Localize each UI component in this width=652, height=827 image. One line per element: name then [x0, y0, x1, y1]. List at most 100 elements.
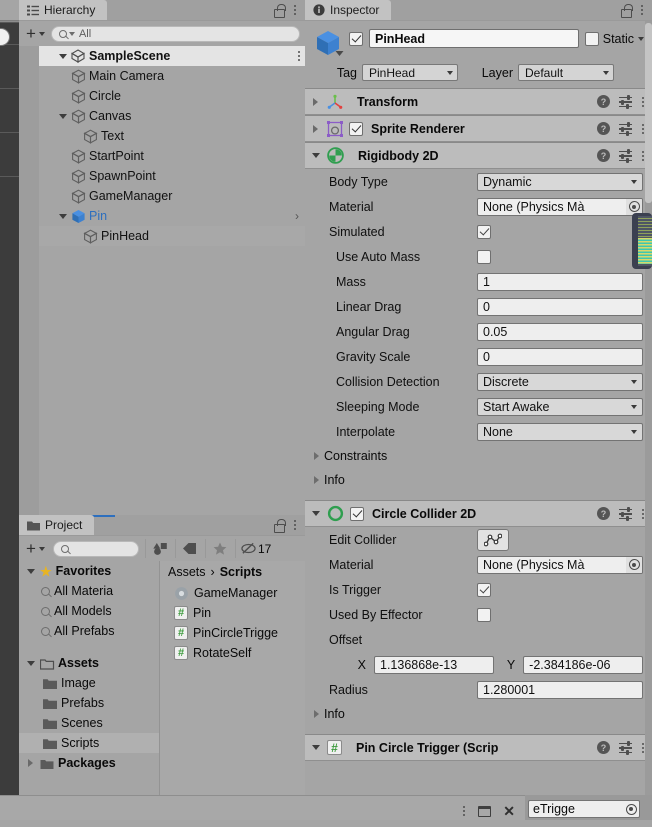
preset-icon[interactable]	[619, 741, 632, 755]
hierarchy-item-spawnpoint[interactable]: SpawnPoint	[19, 166, 305, 186]
help-icon[interactable]: ?	[597, 122, 610, 135]
lock-icon[interactable]	[620, 4, 633, 18]
property-text-field[interactable]: 0	[477, 297, 643, 316]
preset-icon[interactable]	[619, 122, 632, 136]
assets-folder-image[interactable]: Image	[19, 673, 159, 693]
kebab-menu-icon[interactable]	[640, 5, 644, 15]
favorite-star-icon[interactable]	[204, 539, 235, 558]
object-active-checkbox[interactable]	[349, 31, 363, 46]
component-header-pin-circle-trigger-script[interactable]: # Pin Circle Trigger (Scrip?	[305, 734, 652, 761]
tab-project[interactable]: Project	[19, 515, 95, 535]
scene-kebab-menu-icon[interactable]	[297, 51, 301, 61]
component-enabled-checkbox[interactable]	[349, 121, 363, 136]
component-header-rigidbody-2d[interactable]: Rigidbody 2D?	[305, 142, 652, 169]
hidden-packages-count[interactable]: 17	[234, 539, 276, 558]
favorites-item-all-models[interactable]: All Models	[19, 601, 159, 621]
property-text-field[interactable]: 1	[477, 272, 643, 291]
help-icon[interactable]: ?	[597, 149, 610, 162]
hierarchy-tree[interactable]: SampleScene Main Camera Circle Canvas Te…	[19, 46, 305, 515]
collapse-arrow-icon[interactable]	[310, 511, 321, 516]
hierarchy-scene-row[interactable]: SampleScene	[19, 46, 305, 66]
hierarchy-item-pin[interactable]: Pin ›	[19, 206, 305, 226]
preset-icon[interactable]	[619, 507, 632, 521]
project-tree[interactable]: ★ Favorites All Materia All Models All Pre…	[19, 561, 159, 795]
property-text-field[interactable]: 0	[477, 347, 643, 366]
close-icon[interactable]: ✕	[503, 804, 515, 818]
foldout-info[interactable]: Info	[305, 702, 652, 726]
component-header-sprite-renderer[interactable]: Sprite Renderer?	[305, 115, 652, 142]
expand-arrow-icon[interactable]	[310, 124, 321, 133]
scene-expand-arrow-icon[interactable]	[57, 53, 68, 59]
property-dropdown[interactable]: Discrete	[477, 372, 643, 391]
property-checkbox[interactable]	[477, 224, 491, 239]
project-contents[interactable]: Assets › Scripts GameManager # Pin # PinCirc…	[159, 561, 305, 795]
project-assets-group[interactable]: Assets	[19, 653, 159, 673]
chevron-down-icon[interactable]	[638, 36, 644, 41]
project-create-button[interactable]: +	[24, 540, 47, 557]
object-picker-icon[interactable]	[626, 556, 642, 573]
property-checkbox[interactable]	[477, 582, 491, 597]
static-checkbox[interactable]	[584, 31, 599, 46]
favorites-item-all-prefabs[interactable]: All Prefabs	[19, 621, 159, 641]
project-favorites-group[interactable]: ★ Favorites	[19, 561, 159, 581]
lock-icon[interactable]	[273, 519, 286, 533]
hierarchy-item-text[interactable]: Text	[19, 126, 305, 146]
property-text-field[interactable]: 0.05	[477, 322, 643, 341]
property-checkbox[interactable]	[477, 607, 491, 622]
project-search-input[interactable]	[52, 540, 139, 557]
preset-icon[interactable]	[619, 149, 632, 163]
inspector-scrollbar[interactable]	[645, 21, 652, 795]
expand-arrow-icon[interactable]	[57, 213, 68, 219]
hierarchy-item-canvas[interactable]: Canvas	[19, 106, 305, 126]
inspector-scrollbar-thumb[interactable]	[645, 23, 652, 203]
hierarchy-search-input[interactable]: All	[50, 25, 300, 42]
trailing-object-field[interactable]: eTrigge	[528, 800, 640, 818]
create-object-button[interactable]: +	[24, 25, 47, 42]
kebab-menu-icon[interactable]	[462, 806, 466, 816]
project-packages-group[interactable]: Packages	[19, 753, 159, 773]
window-icon[interactable]	[478, 805, 492, 817]
asset-item-rotateself[interactable]: # RotateSelf	[160, 643, 305, 663]
asset-item-pin[interactable]: # Pin	[160, 603, 305, 623]
component-header-transform[interactable]: Transform?	[305, 88, 652, 115]
help-icon[interactable]: ?	[597, 95, 610, 108]
hierarchy-item-pinhead[interactable]: PinHead	[19, 226, 305, 246]
label-icon[interactable]	[174, 539, 205, 558]
lock-icon[interactable]	[273, 4, 286, 18]
hierarchy-item-circle[interactable]: Circle	[19, 86, 305, 106]
foldout-info[interactable]: Info	[305, 468, 652, 492]
help-icon[interactable]: ?	[597, 507, 610, 520]
assets-expand-arrow-icon[interactable]	[25, 660, 36, 666]
favorites-expand-arrow-icon[interactable]	[25, 568, 36, 574]
property-object-field[interactable]: None (Physics Mà	[477, 555, 643, 574]
gradient-preview-widget[interactable]	[632, 213, 652, 269]
property-object-field[interactable]: None (Physics Mà	[477, 197, 643, 216]
expand-arrow-icon[interactable]	[310, 97, 321, 106]
offset-y-field[interactable]: -2.384186e-06	[523, 655, 643, 674]
asset-item-gamemanager[interactable]: GameManager	[160, 583, 305, 603]
breadcrumb-root[interactable]: Assets	[168, 565, 206, 579]
help-icon[interactable]: ?	[597, 741, 610, 754]
prefab-cube-icon[interactable]	[313, 28, 344, 58]
asset-item-pincircletrigge[interactable]: # PinCircleTrigge	[160, 623, 305, 643]
packages-expand-arrow-icon[interactable]	[25, 759, 36, 767]
kebab-menu-icon[interactable]	[293, 5, 297, 15]
property-dropdown[interactable]: Dynamic	[477, 172, 643, 191]
property-text-field[interactable]: 1.280001	[477, 680, 643, 699]
component-enabled-checkbox[interactable]	[350, 506, 364, 521]
hierarchy-item-main-camera[interactable]: Main Camera	[19, 66, 305, 86]
tab-hierarchy[interactable]: Hierarchy	[19, 0, 108, 20]
property-dropdown[interactable]: None	[477, 422, 643, 441]
object-picker-icon[interactable]	[623, 801, 639, 817]
foldout-constraints[interactable]: Constraints	[305, 444, 652, 468]
assets-folder-prefabs[interactable]: Prefabs	[19, 693, 159, 713]
packages-icon[interactable]	[144, 539, 175, 558]
expand-arrow-icon[interactable]	[57, 113, 68, 119]
favorites-item-all-materia[interactable]: All Materia	[19, 581, 159, 601]
property-checkbox[interactable]	[477, 249, 491, 264]
assets-folder-scripts[interactable]: Scripts	[19, 733, 159, 753]
collapse-arrow-icon[interactable]	[310, 153, 321, 158]
object-name-field[interactable]: PinHead	[369, 29, 579, 48]
component-header-circle-collider-2d[interactable]: Circle Collider 2D?	[305, 500, 652, 527]
layer-dropdown[interactable]: Default	[518, 64, 614, 81]
